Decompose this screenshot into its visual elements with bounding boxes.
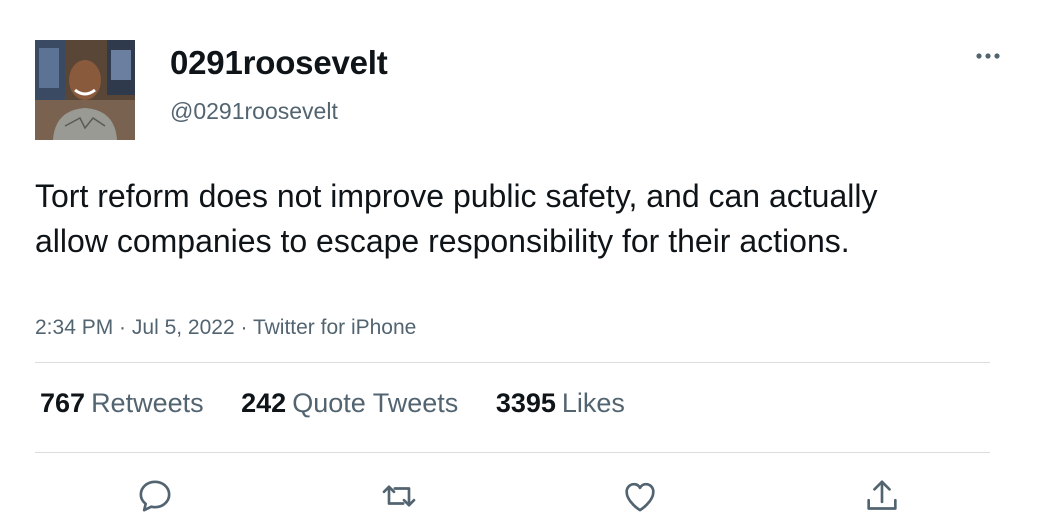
likes-count: 3395 bbox=[495, 388, 556, 418]
display-name[interactable]: 0291roosevelt bbox=[170, 44, 388, 82]
reply-button[interactable] bbox=[135, 476, 175, 516]
tweet-source[interactable]: Twitter for iPhone bbox=[253, 316, 416, 339]
retweets-label: Retweets bbox=[91, 388, 204, 418]
share-button[interactable] bbox=[862, 476, 902, 516]
quote-tweets-stat[interactable]: 242 Quote Tweets bbox=[241, 388, 458, 419]
like-button[interactable] bbox=[620, 476, 660, 516]
engagement-stats: 767 Retweets 242 Quote Tweets 3395 Likes bbox=[40, 388, 655, 419]
more-horizontal-icon bbox=[976, 53, 1000, 59]
tweet-meta: 2:34 PM · Jul 5, 2022 · Twitter for iPho… bbox=[35, 316, 416, 340]
tweet-date[interactable]: Jul 5, 2022 bbox=[132, 316, 235, 339]
divider bbox=[35, 452, 990, 453]
retweet-button[interactable] bbox=[379, 476, 419, 516]
user-handle[interactable]: @0291roosevelt bbox=[170, 98, 338, 125]
retweets-count: 767 bbox=[40, 388, 86, 418]
quote-tweets-count: 242 bbox=[241, 388, 287, 418]
likes-label: Likes bbox=[561, 388, 625, 418]
share-icon bbox=[867, 480, 897, 510]
tweet-card: 0291roosevelt @0291roosevelt Tort reform… bbox=[0, 0, 1050, 525]
divider bbox=[35, 362, 990, 363]
heart-icon bbox=[625, 482, 655, 512]
tweet-text: Tort reform does not improve public safe… bbox=[35, 178, 878, 259]
more-options-button[interactable] bbox=[970, 44, 1006, 68]
likes-stat[interactable]: 3395 Likes bbox=[496, 388, 625, 419]
reply-icon bbox=[139, 480, 171, 512]
tweet-time[interactable]: 2:34 PM bbox=[35, 316, 113, 339]
meta-separator: · bbox=[234, 316, 253, 339]
retweet-icon bbox=[382, 485, 416, 507]
meta-separator: · bbox=[113, 316, 132, 339]
quote-tweets-label: Quote Tweets bbox=[292, 388, 459, 418]
avatar[interactable] bbox=[35, 40, 135, 140]
avatar-image bbox=[35, 40, 135, 140]
retweets-stat[interactable]: 767 Retweets bbox=[40, 388, 204, 419]
